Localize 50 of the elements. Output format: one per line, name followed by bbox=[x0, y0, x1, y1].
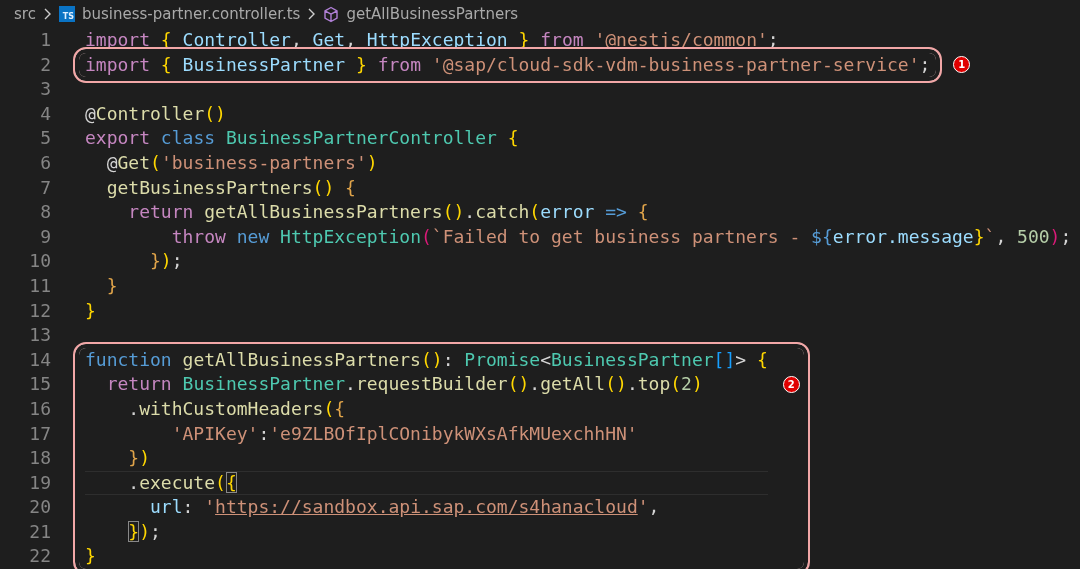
code-line: }); bbox=[127, 520, 161, 542]
cube-icon bbox=[323, 5, 340, 23]
code-line: } bbox=[85, 545, 96, 567]
chevron-right-icon bbox=[307, 7, 317, 21]
line-number: 3 bbox=[39, 77, 51, 102]
code-line: .withCustomHeaders({ bbox=[127, 397, 346, 419]
chevron-right-icon bbox=[42, 7, 52, 21]
line-number: 7 bbox=[39, 175, 51, 200]
breadcrumb-item[interactable]: src bbox=[14, 5, 36, 23]
code-line: getBusinessPartners() { bbox=[105, 176, 356, 198]
line-number: 6 bbox=[39, 150, 51, 175]
code-line: url: 'https://sandbox.api.sap.com/s4hanacloud', bbox=[149, 496, 660, 518]
code-line: @Get('business-partners') bbox=[105, 151, 378, 173]
code-line: }); bbox=[149, 250, 183, 272]
callout-badge: 1 bbox=[953, 56, 971, 74]
breadcrumb-item[interactable]: getAllBusinessPartners bbox=[346, 5, 519, 23]
line-number: 9 bbox=[39, 224, 51, 249]
line-number: 14 bbox=[28, 347, 51, 372]
line-number: 20 bbox=[28, 495, 51, 520]
code-line: return getAllBusinessPartners().catch(error => { bbox=[127, 201, 649, 223]
code-line: import { BusinessPartner } from '@sap/cloud-sdk-vdm-business-partner-service'; bbox=[85, 53, 931, 75]
line-number: 19 bbox=[28, 470, 51, 495]
line-number: 17 bbox=[28, 421, 51, 446]
code-line: export class BusinessPartnerController { bbox=[85, 127, 519, 149]
line-number: 8 bbox=[39, 200, 51, 225]
code-line: .execute({ bbox=[127, 471, 237, 493]
code-line: @Controller() bbox=[85, 102, 226, 124]
line-number: 22 bbox=[28, 544, 51, 569]
line-number: 11 bbox=[28, 273, 51, 298]
code-line: }) bbox=[127, 447, 151, 469]
line-number: 13 bbox=[28, 323, 51, 348]
code-line: } bbox=[85, 299, 96, 321]
line-number: 15 bbox=[28, 372, 51, 397]
code-line: return BusinessPartner.requestBuilder().getAll().top(2) bbox=[105, 373, 703, 395]
line-number: 10 bbox=[28, 249, 51, 274]
file-type-icon: TS bbox=[58, 6, 75, 22]
line-number: 16 bbox=[28, 396, 51, 421]
code-line: } bbox=[105, 274, 118, 296]
line-number: 5 bbox=[39, 126, 51, 151]
code-line: function getAllBusinessPartners(): Promise<BusinessPartner[]> { bbox=[85, 348, 768, 370]
line-number: 1 bbox=[39, 28, 51, 52]
code-line: 'APIKey':'e9ZLBOfIplCOnibykWXsAfkMUexchhHN' bbox=[170, 422, 638, 444]
line-number: 2 bbox=[39, 52, 51, 77]
code-line: throw new HttpException(`Failed to get business partners - ${error.message}`, 500); bbox=[170, 225, 1072, 247]
breadcrumb-item[interactable]: business-partner.controller.ts bbox=[81, 5, 301, 23]
line-number: 18 bbox=[28, 446, 51, 471]
line-number: 21 bbox=[28, 519, 51, 544]
callout-badge: 2 bbox=[782, 375, 800, 393]
line-number: 4 bbox=[39, 101, 51, 126]
line-number: 12 bbox=[28, 298, 51, 323]
